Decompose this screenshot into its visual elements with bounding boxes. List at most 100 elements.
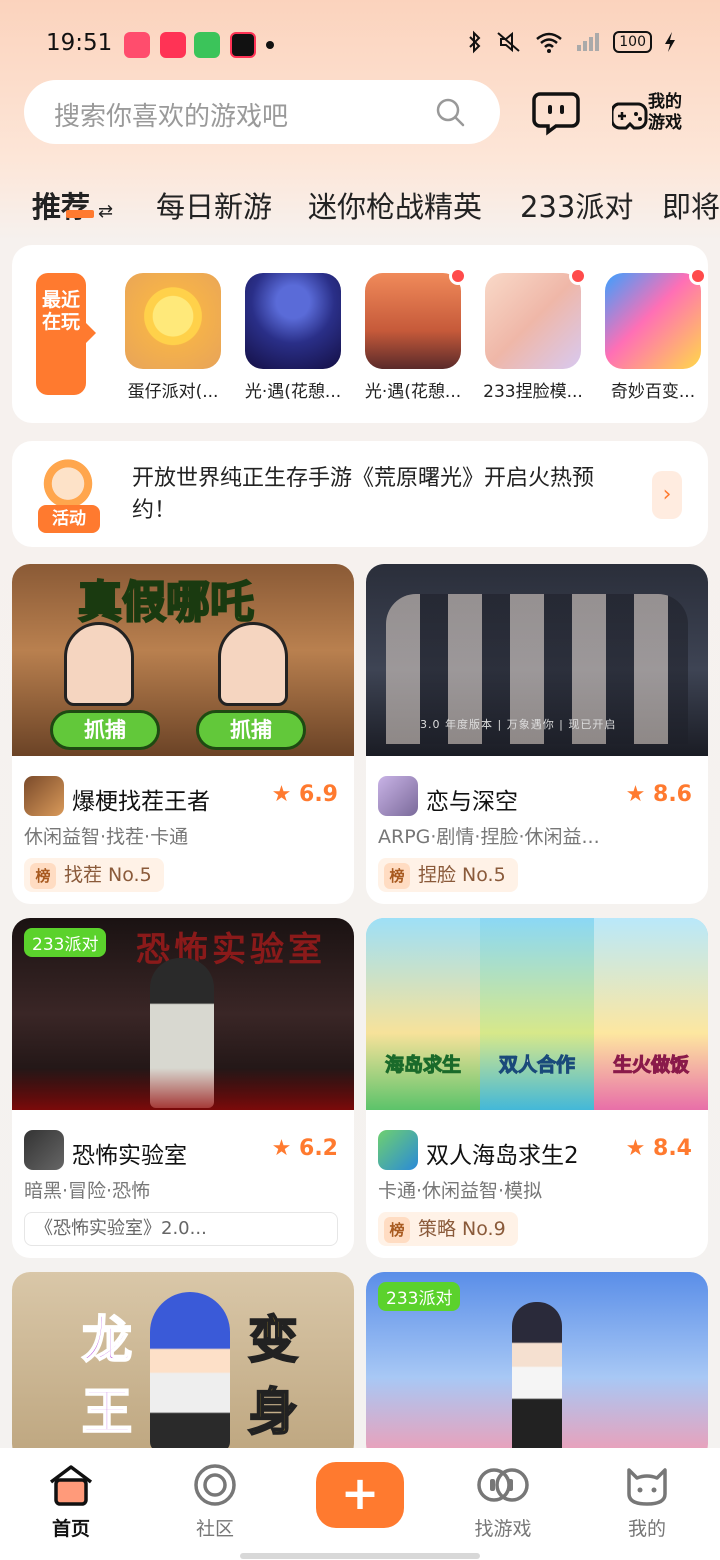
tab-upcoming[interactable]: 即将: [662, 184, 720, 226]
nav-profile[interactable]: 我的: [592, 1464, 702, 1541]
game-banner: 真假哪吒 抓捕 抓捕: [12, 564, 354, 756]
game-card[interactable]: 龙 王 变 身: [12, 1272, 354, 1462]
tab-daily-new[interactable]: 每日新游: [156, 184, 272, 226]
rank-badge: 榜: [384, 1216, 410, 1243]
game-banner: 恐怖实验室 233派对: [12, 918, 354, 1110]
my-games-label: 我的 游戏: [648, 92, 682, 133]
update-badge: [449, 267, 467, 285]
nav-find-games[interactable]: 找游戏: [448, 1464, 558, 1541]
banner-char: 龙: [81, 1310, 133, 1370]
game-tags: 卡通·休闲益智·模拟: [378, 1180, 543, 1202]
recent-played-label: 最近在玩: [36, 273, 96, 395]
tab-233-party[interactable]: 233派对: [520, 184, 633, 226]
news-chip[interactable]: 《恐怖实验室》2.0...: [24, 1212, 338, 1246]
game-rating: ★ 8.6: [625, 782, 692, 807]
character-right: [218, 622, 288, 706]
activity-badge: 活动: [38, 505, 100, 533]
game-info-row: 恐怖实验室 ★ 6.2: [24, 1130, 344, 1174]
game-info-row: 爆梗找茬王者 ★ 6.9: [24, 776, 344, 820]
recent-game-item[interactable]: 光·遇(花憩...: [238, 273, 348, 402]
tab-mini-gun[interactable]: 迷你枪战精英: [308, 184, 482, 226]
game-card[interactable]: 海岛求生 双人合作 生火做饭 双人海岛求生2 ★ 8.4 卡通·休闲益智·模拟 …: [366, 918, 708, 1258]
game-icon: [378, 776, 418, 816]
activity-banner[interactable]: 活动 开放世界纯正生存手游《荒原曙光》开启火热预约！ ›: [12, 441, 708, 547]
character-center: [150, 1292, 230, 1452]
game-icon: [24, 1130, 64, 1170]
banner-panel: [594, 918, 708, 1110]
star-icon: ★: [271, 1136, 300, 1161]
star-icon: ★: [625, 1136, 654, 1161]
search-input[interactable]: 搜索你喜欢的游戏吧: [24, 80, 500, 144]
game-banner: 233派对: [366, 1272, 708, 1462]
wifi-icon: [536, 32, 563, 53]
recent-game-name: 奇妙百变...: [610, 382, 696, 402]
home-icon: [49, 1465, 93, 1506]
banner-capture-button: 抓捕: [50, 710, 160, 750]
rank-chip[interactable]: 榜策略 No.9: [378, 1212, 518, 1246]
game-card[interactable]: 恐怖实验室 233派对 恐怖实验室 ★ 6.2 暗黑·冒险·恐怖 《恐怖实验室》…: [12, 918, 354, 1258]
find-games-icon: [477, 1468, 529, 1502]
nav-home[interactable]: 首页: [16, 1464, 126, 1541]
game-icon: [245, 273, 341, 369]
game-rating: ★ 6.9: [271, 782, 338, 807]
panel-label: 双人合作: [498, 1054, 575, 1077]
banner-title: 真假哪吒: [77, 576, 255, 629]
update-badge: [689, 267, 707, 285]
recent-game-name: 光·遇(花憩...: [244, 382, 342, 402]
nav-community[interactable]: 社区: [160, 1464, 270, 1541]
search-icon[interactable]: [434, 96, 466, 128]
party-tag: 233派对: [24, 928, 107, 957]
banner-capture-button: 抓捕: [196, 710, 306, 750]
game-card[interactable]: 3.0 年度版本 | 万象遇你 | 现已开启 恋与深空 ★ 8.6 ARPG·剧…: [366, 564, 708, 904]
game-name: 恐怖实验室: [72, 1143, 187, 1169]
game-card[interactable]: 真假哪吒 抓捕 抓捕 爆梗找茬王者 ★ 6.9 休闲益智·找茬·卡通 榜找茬 N…: [12, 564, 354, 904]
mute-icon: [497, 31, 520, 53]
star-icon: ★: [271, 782, 300, 807]
star-icon: ★: [625, 782, 654, 807]
charging-icon: [665, 32, 675, 52]
status-bar: 19:51 100: [0, 0, 720, 78]
banner-caption: 3.0 年度版本 | 万象遇你 | 现已开启: [420, 718, 617, 731]
game-name: 恋与深空: [426, 789, 518, 815]
tab-recommend[interactable]: 推荐 ⇄: [32, 184, 113, 226]
update-badge: [569, 267, 587, 285]
game-card[interactable]: 233派对: [366, 1272, 708, 1462]
gamepad-icon: [612, 102, 648, 130]
character-left: [64, 622, 134, 706]
nav-community-label: 社区: [195, 1518, 234, 1540]
shop-app-icon: [194, 32, 220, 58]
recent-game-item[interactable]: 蛋仔派对(...: [118, 273, 228, 402]
chevron-right-icon[interactable]: ›: [652, 471, 682, 519]
nav-home-label: 首页: [51, 1518, 90, 1540]
rank-chip[interactable]: 榜找茬 No.5: [24, 858, 164, 892]
nav-profile-label: 我的: [627, 1518, 666, 1540]
signal-icon: [577, 33, 600, 51]
create-button[interactable]: +: [316, 1462, 404, 1528]
game-rating: ★ 8.4: [625, 1136, 692, 1161]
blood-stain: [12, 1068, 354, 1110]
status-time: 19:51: [46, 30, 113, 56]
music-app-icon: [160, 32, 186, 58]
system-icons: 100: [467, 30, 676, 54]
panel-label: 海岛求生: [384, 1054, 461, 1077]
character-figure: [512, 1302, 562, 1462]
my-games-button[interactable]: 我的 游戏: [612, 90, 692, 138]
game-icon: [125, 273, 221, 369]
record-app-icon: [230, 32, 256, 58]
recent-game-item[interactable]: 233捏脸模...: [478, 267, 588, 402]
home-indicator[interactable]: [240, 1553, 480, 1559]
game-icon: [365, 267, 467, 369]
chat-bubble-icon: [532, 92, 580, 136]
rank-chip[interactable]: 榜捏脸 No.5: [378, 858, 518, 892]
recent-game-item[interactable]: 光·遇(花憩...: [358, 267, 468, 402]
rank-badge: 榜: [30, 862, 56, 889]
recent-game-name: 233捏脸模...: [483, 382, 583, 402]
message-button[interactable]: [532, 88, 580, 136]
game-rating: ★ 6.2: [271, 1136, 338, 1161]
recent-game-item[interactable]: 奇妙百变...: [598, 267, 708, 402]
video-app-icon: [124, 32, 150, 58]
game-name: 爆梗找茬王者: [72, 789, 210, 815]
banner-char: 王: [81, 1382, 133, 1442]
switch-icon[interactable]: ⇄: [98, 201, 113, 222]
activity-text: 开放世界纯正生存手游《荒原曙光》开启火热预约！: [132, 466, 595, 523]
